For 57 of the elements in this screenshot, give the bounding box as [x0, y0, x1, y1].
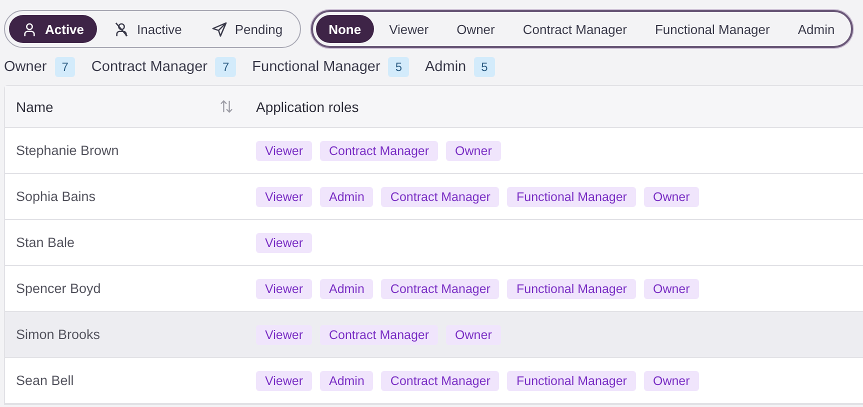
role-tag: Functional Manager: [507, 278, 636, 298]
count-badge: 5: [474, 57, 495, 77]
column-header: Application roles: [256, 98, 359, 114]
role-tag: Viewer: [256, 370, 312, 390]
role-tag: Owner: [644, 186, 699, 206]
user-name: Simon Brooks: [16, 327, 100, 342]
person-icon: [22, 22, 37, 36]
role-tag: Admin: [320, 370, 374, 390]
user-name: Stephanie Brown: [16, 143, 119, 158]
role-tag: Contract Manager: [381, 186, 500, 206]
role-tag: Contract Manager: [320, 140, 438, 160]
role-count-label: Owner: [4, 59, 47, 75]
role-count-label: Contract Manager: [91, 59, 208, 75]
role-tag: Viewer: [256, 186, 312, 206]
table-row[interactable]: Sean Bell Viewer Admin Contract Manager Functional Manager Owner: [5, 358, 863, 404]
user-name: Stan Bale: [16, 235, 75, 250]
role-tag: Contract Manager: [381, 370, 500, 390]
count-badge: 7: [215, 57, 236, 77]
role-tag: Viewer: [256, 232, 312, 252]
role-tag: Contract Manager: [320, 324, 438, 344]
table-row[interactable]: Spencer Boyd Viewer Admin Contract Manager Functional Manager Owner: [5, 266, 863, 312]
role-count-label: Functional Manager: [252, 59, 380, 75]
role-count-label: Admin: [425, 59, 466, 75]
role-tag: Owner: [644, 370, 699, 390]
table-row[interactable]: Simon Brooks Viewer Contract Manager Owner: [5, 312, 863, 358]
role-tag: Contract Manager: [381, 278, 500, 298]
count-badge: 5: [388, 57, 410, 77]
status-tab[interactable]: Inactive: [101, 15, 195, 43]
send-icon: [212, 22, 227, 36]
role-tag: Owner: [644, 278, 699, 298]
user-name: Spencer Boyd: [16, 281, 101, 296]
role-tag: Admin: [320, 278, 374, 298]
user-name: Sean Bell: [16, 373, 74, 388]
table-row[interactable]: Sophia Bains Viewer Admin Contract Manager Functional Manager Owner: [5, 174, 863, 220]
role-tag: Admin: [320, 186, 374, 206]
role-tag: Viewer: [256, 140, 312, 160]
table-row[interactable]: Stephanie Brown Viewer Contract Manager Owner: [5, 128, 863, 174]
role-tab[interactable]: Admin: [784, 15, 848, 43]
role-tag: Functional Manager: [507, 186, 636, 206]
role-tab[interactable]: Viewer: [376, 15, 442, 43]
sort-icon[interactable]: [219, 100, 234, 113]
person-off-icon: [114, 22, 130, 36]
role-tag: Owner: [446, 324, 501, 344]
count-badge: 7: [54, 57, 76, 77]
role-tag: Functional Manager: [507, 370, 636, 390]
role-tag: Owner: [446, 140, 501, 160]
role-tab[interactable]: Contract Manager: [510, 15, 640, 43]
role-tag: Viewer: [256, 324, 312, 344]
status-tab[interactable]: Pending: [198, 15, 296, 43]
role-tab[interactable]: Functional Manager: [642, 15, 783, 43]
role-tab[interactable]: Owner: [444, 15, 508, 43]
user-name: Sophia Bains: [16, 189, 96, 204]
status-tab[interactable]: Active: [9, 15, 98, 43]
role-tab[interactable]: None: [316, 15, 374, 43]
role-tag: Viewer: [256, 278, 312, 298]
column-header[interactable]: Name: [16, 98, 54, 114]
table-row[interactable]: Stan Bale Viewer: [5, 220, 863, 266]
